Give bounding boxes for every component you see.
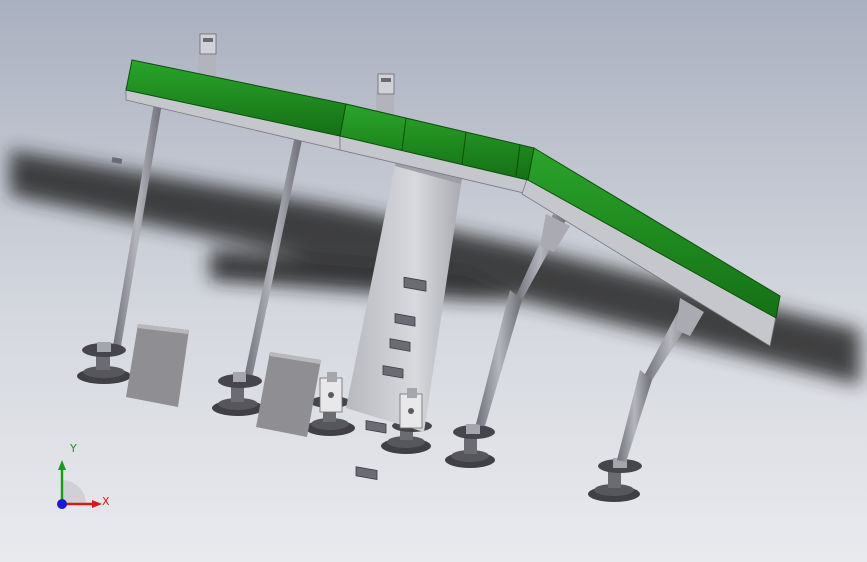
cad-viewport[interactable]: Y X bbox=[0, 0, 867, 562]
top-post-1[interactable] bbox=[198, 33, 217, 76]
foot-1[interactable] bbox=[77, 342, 131, 384]
foot-6[interactable] bbox=[588, 458, 642, 502]
foot-2[interactable] bbox=[212, 372, 264, 416]
bracket-1[interactable] bbox=[319, 372, 343, 413]
top-post-2[interactable] bbox=[376, 73, 395, 116]
foot-5[interactable] bbox=[445, 424, 495, 468]
axis-y-label: Y bbox=[70, 442, 77, 455]
conveyor-model[interactable] bbox=[0, 0, 867, 562]
leg-rear-1[interactable] bbox=[111, 103, 162, 352]
axis-triad: Y X bbox=[46, 440, 126, 520]
axis-triad-graphic bbox=[57, 460, 102, 509]
bracket-2[interactable] bbox=[399, 388, 423, 429]
axis-x-label: X bbox=[102, 495, 110, 508]
control-box-1[interactable] bbox=[126, 324, 189, 407]
